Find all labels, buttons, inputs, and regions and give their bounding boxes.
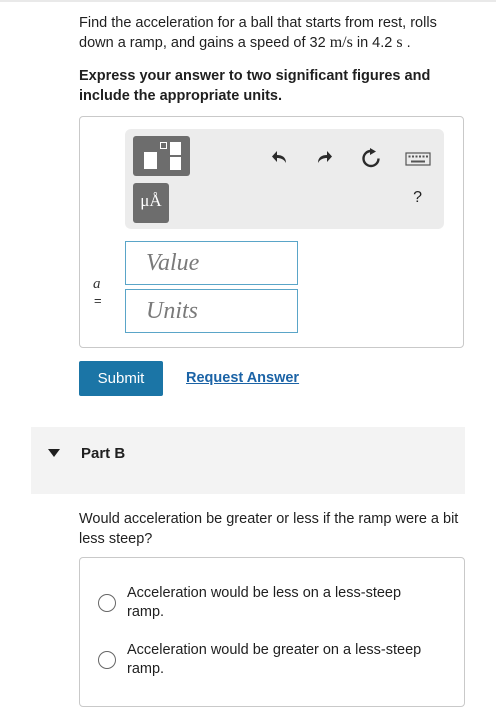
help-button[interactable]: ? [413, 189, 422, 207]
part-b-question: Would acceleration be greater or less if… [79, 511, 459, 547]
reset-icon[interactable] [360, 147, 382, 169]
units-input[interactable] [125, 289, 298, 333]
answer-variable: a [93, 276, 101, 292]
equals-sign: = [94, 293, 102, 308]
keyboard-icon[interactable] [405, 148, 431, 170]
units-button[interactable]: μÅ [133, 183, 169, 223]
redo-icon[interactable] [313, 147, 335, 169]
top-divider [0, 0, 496, 2]
part-b-header[interactable]: Part B [31, 427, 465, 494]
choices-box: Acceleration would be less on a less-ste… [79, 557, 465, 707]
speed-unit: m/s [329, 34, 353, 51]
units-symbol: μÅ [140, 191, 162, 210]
caret-down-icon [48, 449, 60, 457]
submit-button[interactable]: Submit [79, 361, 163, 396]
answer-instructions: Express your answer to two significant f… [79, 68, 431, 104]
radio-button[interactable] [98, 651, 116, 669]
request-answer-link[interactable]: Request Answer [186, 370, 299, 386]
undo-icon[interactable] [269, 147, 291, 169]
question-text: Find the acceleration for a ball that st… [79, 15, 437, 51]
choice-label: Acceleration would be greater on a less-… [127, 642, 422, 677]
radio-button[interactable] [98, 594, 116, 612]
fraction-template-button[interactable] [133, 136, 190, 176]
part-b-label: Part B [81, 445, 126, 462]
math-toolbar: μÅ ? [125, 129, 444, 229]
value-input[interactable] [125, 241, 298, 285]
choice-label: Acceleration would be less on a less-ste… [127, 585, 402, 620]
